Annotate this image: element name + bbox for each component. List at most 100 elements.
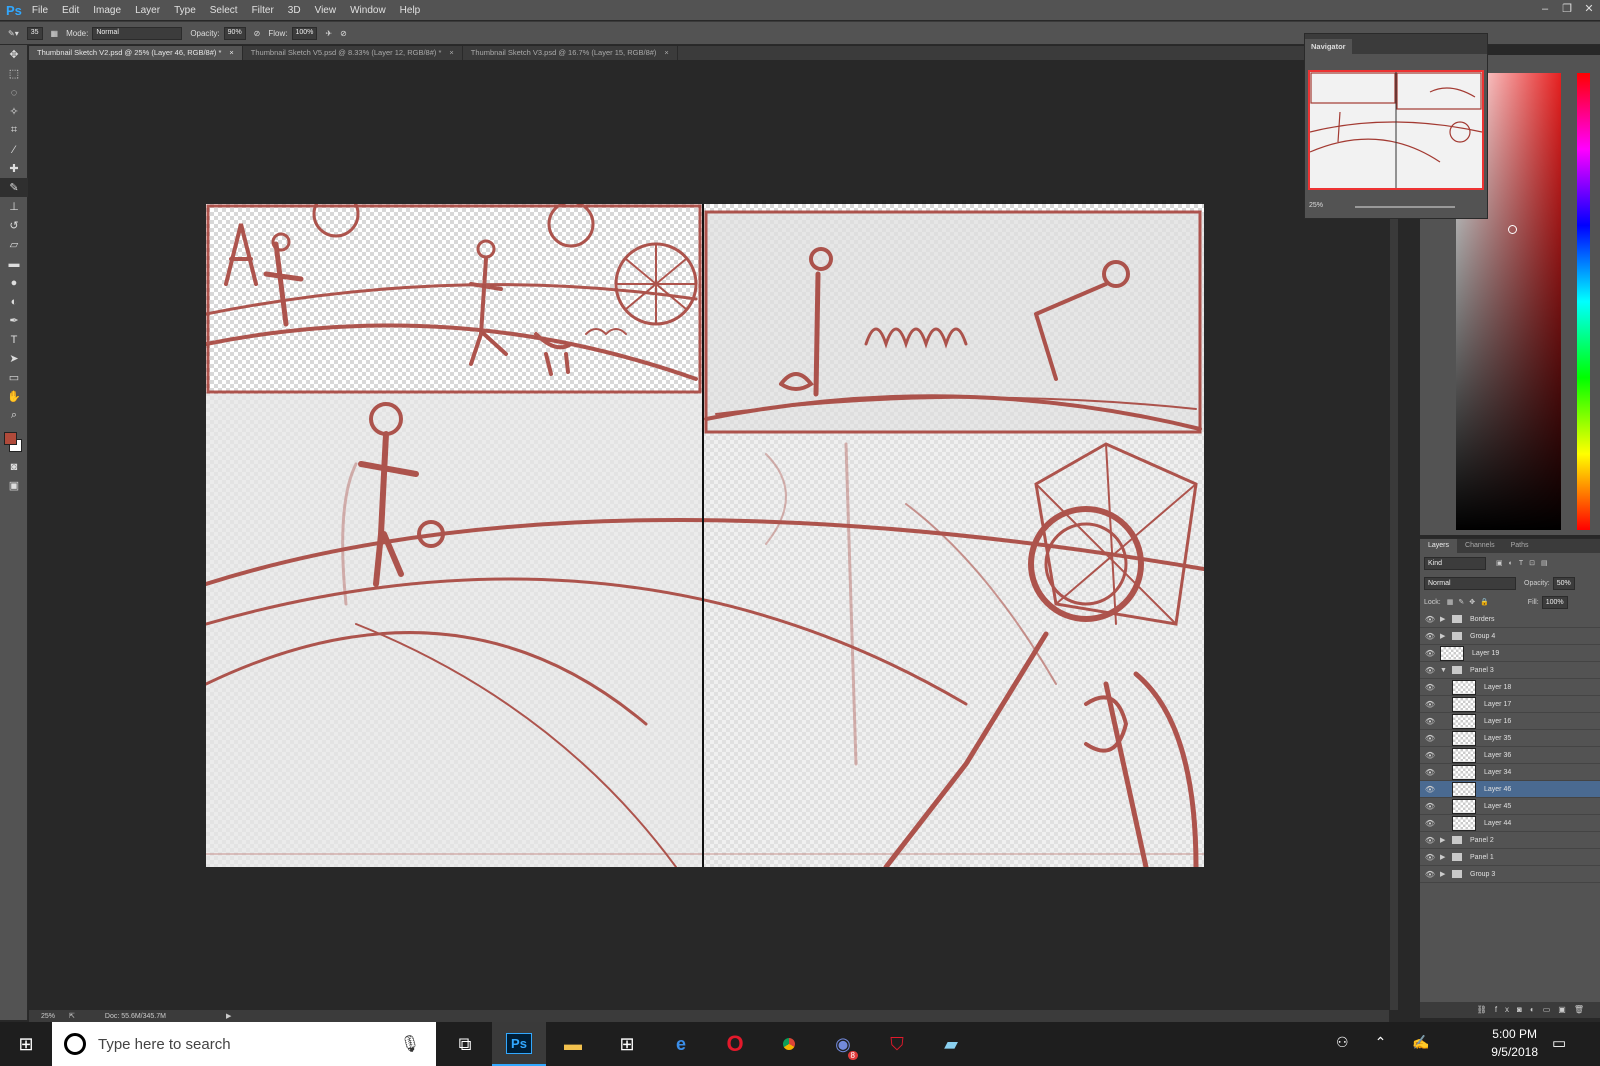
marquee-tool-icon[interactable]: ⬚ [0, 64, 28, 83]
layer-kind-filter[interactable]: Kind [1424, 556, 1486, 570]
visibility-eye-icon[interactable]: 👁 [1420, 632, 1440, 641]
layer-row[interactable]: 👁 ▶ Group 4 [1420, 628, 1600, 645]
layer-row[interactable]: 👁 Layer 44 [1420, 815, 1600, 832]
dodge-tool-icon[interactable]: ◐ [0, 292, 28, 311]
opera-browser-icon[interactable]: O [708, 1022, 762, 1066]
layer-row[interactable]: 👁 Layer 45 [1420, 798, 1600, 815]
zoom-tool-icon[interactable]: ⌕ [0, 406, 28, 425]
navigator-title[interactable]: Navigator [1305, 39, 1352, 54]
pen-workspace-icon[interactable]: ✍ [1412, 1034, 1429, 1051]
opacity-input[interactable]: 90% [223, 26, 246, 40]
layer-row[interactable]: 👁 Layer 35 [1420, 730, 1600, 747]
document-canvas[interactable] [206, 204, 1204, 867]
visibility-eye-icon[interactable]: 👁 [1420, 819, 1440, 828]
close-tab-icon[interactable]: × [449, 48, 453, 57]
menu-view[interactable]: View [315, 5, 337, 16]
visibility-eye-icon[interactable]: 👁 [1420, 785, 1440, 794]
file-explorer-icon[interactable]: ▬ [546, 1022, 600, 1066]
visibility-eye-icon[interactable]: 👁 [1420, 853, 1440, 862]
zoom-level[interactable]: 25% [41, 1013, 55, 1020]
layer-row[interactable]: 👁 Layer 46 [1420, 781, 1600, 798]
navigator-zoom[interactable]: 25% [1309, 202, 1323, 209]
brush-panel-icon[interactable]: ▦ [51, 29, 59, 38]
rectangle-tool-icon[interactable]: ▭ [0, 368, 28, 387]
crop-tool-icon[interactable]: ⌗ [0, 121, 28, 140]
pen-tool-icon[interactable]: ✒ [0, 311, 28, 330]
lasso-tool-icon[interactable]: ◌ [0, 83, 28, 102]
photoshop-taskbar-icon[interactable]: Ps [492, 1022, 546, 1066]
layer-row[interactable]: 👁 ▶ Group 3 [1420, 866, 1600, 883]
hue-slider[interactable] [1577, 73, 1590, 530]
layer-row[interactable]: 👁 Layer 19 [1420, 645, 1600, 662]
windows-start-icon[interactable]: ⊞ [0, 1022, 52, 1066]
menu-help[interactable]: Help [400, 5, 421, 16]
pressure-size-icon[interactable]: ⊘ [340, 29, 347, 38]
color-picker-cursor[interactable] [1508, 225, 1517, 234]
close-tab-icon[interactable]: × [664, 48, 668, 57]
history-brush-tool-icon[interactable]: ↺ [0, 216, 28, 235]
microphone-icon[interactable]: 🎙 [400, 1034, 420, 1054]
close-button[interactable]: ✕ [1578, 0, 1600, 20]
hand-tool-icon[interactable]: ✋ [0, 387, 28, 406]
eyedropper-tool-icon[interactable]: ⁄ [0, 140, 28, 159]
tab-document-v3[interactable]: Thumbnail Sketch V3.psd @ 16.7% (Layer 1… [463, 46, 678, 60]
magic-wand-tool-icon[interactable]: ✧ [0, 102, 28, 121]
restore-button[interactable]: ❐ [1556, 0, 1578, 20]
shield-app-icon[interactable]: ⛉ [870, 1022, 924, 1066]
chevron-right-icon[interactable]: ▶ [1440, 870, 1448, 878]
tab-paths[interactable]: Paths [1503, 539, 1537, 553]
visibility-eye-icon[interactable]: 👁 [1420, 666, 1440, 675]
chevron-right-icon[interactable]: ▶ [1440, 836, 1448, 844]
menu-edit[interactable]: Edit [62, 5, 79, 16]
edge-browser-icon[interactable]: e [654, 1022, 708, 1066]
type-tool-icon[interactable]: T [0, 330, 28, 349]
tab-document-v5[interactable]: Thumbnail Sketch V5.psd @ 8.33% (Layer 1… [243, 46, 463, 60]
store-icon[interactable]: ⊞ [600, 1022, 654, 1066]
discord-icon[interactable]: ◉ 8 [816, 1022, 870, 1066]
layer-row[interactable]: 👁 ▶ Panel 2 [1420, 832, 1600, 849]
chevron-down-icon[interactable]: ▼ [1440, 667, 1448, 674]
foreground-color-swatch[interactable] [4, 432, 17, 445]
export-icon[interactable]: ⇱ [69, 1012, 75, 1020]
menu-filter[interactable]: Filter [252, 5, 274, 16]
layer-row[interactable]: 👁 Layer 18 [1420, 679, 1600, 696]
chevron-right-icon[interactable]: ▶ [1440, 632, 1448, 640]
layer-row[interactable]: 👁 Layer 16 [1420, 713, 1600, 730]
layer-actions-bar[interactable]: ⛓fx◙◐▭▣🗑 [1420, 1002, 1600, 1018]
visibility-eye-icon[interactable]: 👁 [1420, 717, 1440, 726]
chevron-right-icon[interactable]: ▶ [1440, 615, 1448, 623]
stamp-tool-icon[interactable]: ⊥ [0, 197, 28, 216]
layer-row[interactable]: 👁 ▶ Panel 1 [1420, 849, 1600, 866]
visibility-eye-icon[interactable]: 👁 [1420, 768, 1440, 777]
menu-window[interactable]: Window [350, 5, 386, 16]
layer-row[interactable]: 👁 Layer 34 [1420, 764, 1600, 781]
visibility-eye-icon[interactable]: 👁 [1420, 751, 1440, 760]
visibility-eye-icon[interactable]: 👁 [1420, 734, 1440, 743]
mode-select[interactable]: Normal [92, 26, 183, 40]
minimize-button[interactable]: – [1534, 0, 1556, 20]
people-icon[interactable]: ⚇ [1336, 1034, 1349, 1051]
path-select-tool-icon[interactable]: ➤ [0, 349, 28, 368]
task-view-icon[interactable]: ⧉ [438, 1022, 492, 1066]
chevron-up-icon[interactable]: ⌃ [1375, 1034, 1387, 1051]
lock-icons[interactable]: ▦✎✥🔒 [1447, 598, 1494, 606]
tab-channels[interactable]: Channels [1457, 539, 1503, 553]
visibility-eye-icon[interactable]: 👁 [1420, 683, 1440, 692]
navigator-zoom-slider[interactable] [1355, 206, 1455, 208]
menu-image[interactable]: Image [93, 5, 121, 16]
brush-tool-icon[interactable]: ✎ [0, 178, 28, 197]
chevron-right-icon[interactable]: ▶ [1440, 853, 1448, 861]
blend-mode-select[interactable]: Normal [1424, 576, 1516, 590]
blur-tool-icon[interactable]: ● [0, 273, 28, 292]
visibility-eye-icon[interactable]: 👁 [1420, 870, 1440, 879]
taskbar-clock[interactable]: 5:00 PM 9/5/2018 [1491, 1025, 1538, 1061]
visibility-eye-icon[interactable]: 👁 [1420, 836, 1440, 845]
layer-row[interactable]: 👁 Layer 17 [1420, 696, 1600, 713]
screen-mode-icon[interactable]: ▣ [0, 476, 28, 495]
menu-type[interactable]: Type [174, 5, 196, 16]
visibility-eye-icon[interactable]: 👁 [1420, 802, 1440, 811]
airbrush-icon[interactable]: ✈ [325, 29, 332, 38]
eraser-tool-icon[interactable]: ▱ [0, 235, 28, 254]
notepad-icon[interactable]: ▰ [924, 1022, 978, 1066]
notifications-icon[interactable]: ▭ [1552, 1034, 1566, 1052]
